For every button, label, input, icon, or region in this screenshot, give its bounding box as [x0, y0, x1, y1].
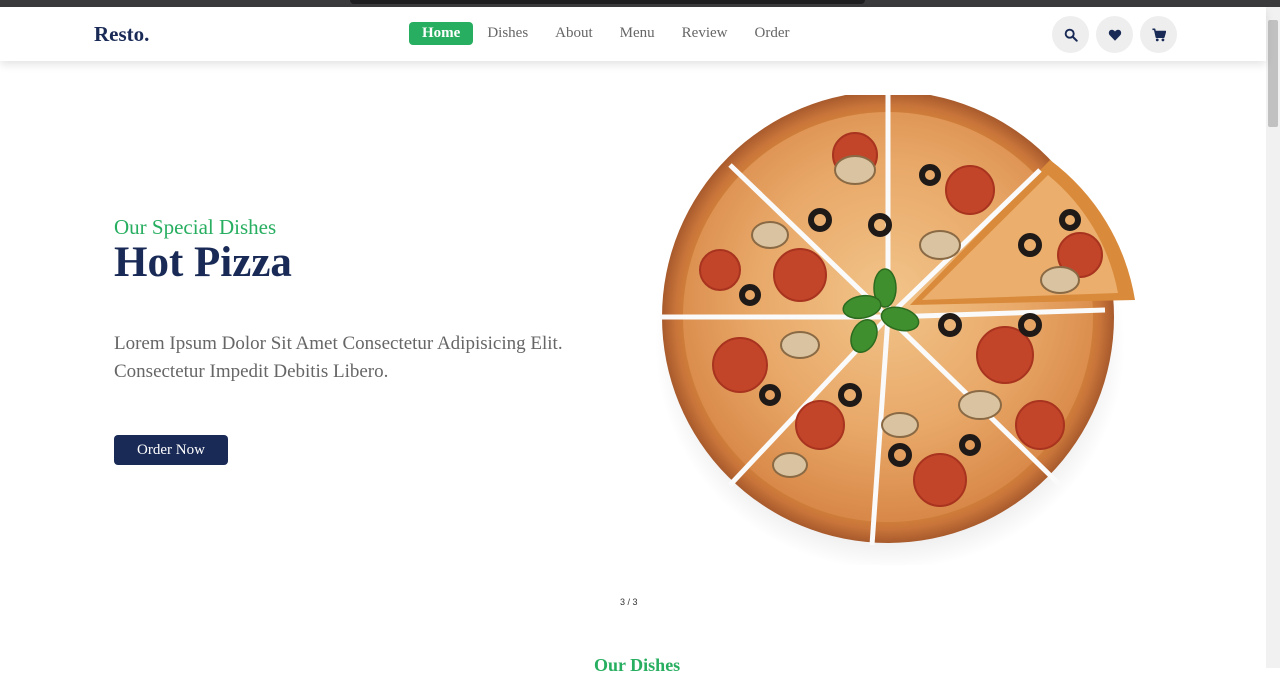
browser-top-bar	[0, 0, 1280, 7]
cart-icon	[1151, 28, 1166, 41]
search-icon	[1064, 28, 1078, 42]
nav-menu[interactable]: Menu	[607, 22, 668, 45]
nav-dishes[interactable]: Dishes	[474, 22, 541, 45]
favorites-button[interactable]	[1096, 16, 1133, 53]
nav-order[interactable]: Order	[742, 22, 803, 45]
nav-about[interactable]: About	[542, 22, 606, 45]
slider-pagination: 3 / 3	[620, 597, 638, 607]
browser-tab-edge	[350, 0, 865, 4]
scrollbar-thumb[interactable]	[1268, 20, 1278, 127]
main-nav: Home Dishes About Menu Review Order	[409, 22, 803, 45]
nav-home[interactable]: Home	[409, 22, 474, 45]
header-icons	[1052, 16, 1177, 53]
hero-description: Lorem Ipsum Dolor Sit Amet Consectetur A…	[114, 333, 563, 382]
search-button[interactable]	[1052, 16, 1089, 53]
nav-review[interactable]: Review	[669, 22, 741, 45]
heart-icon	[1108, 29, 1121, 41]
cart-button[interactable]	[1140, 16, 1177, 53]
dishes-section-heading: Our Dishes	[594, 655, 681, 675]
hero-subtitle: Our Special Dishes	[114, 215, 277, 239]
page-scrollbar[interactable]	[1266, 7, 1280, 668]
pizza-image	[650, 91, 1150, 570]
hero-title: Hot Pizza	[114, 239, 292, 286]
order-now-button[interactable]: Order Now	[114, 435, 228, 465]
site-header: Resto. Home Dishes About Menu Review Ord…	[0, 7, 1266, 61]
site-logo[interactable]: Resto.	[94, 22, 149, 47]
